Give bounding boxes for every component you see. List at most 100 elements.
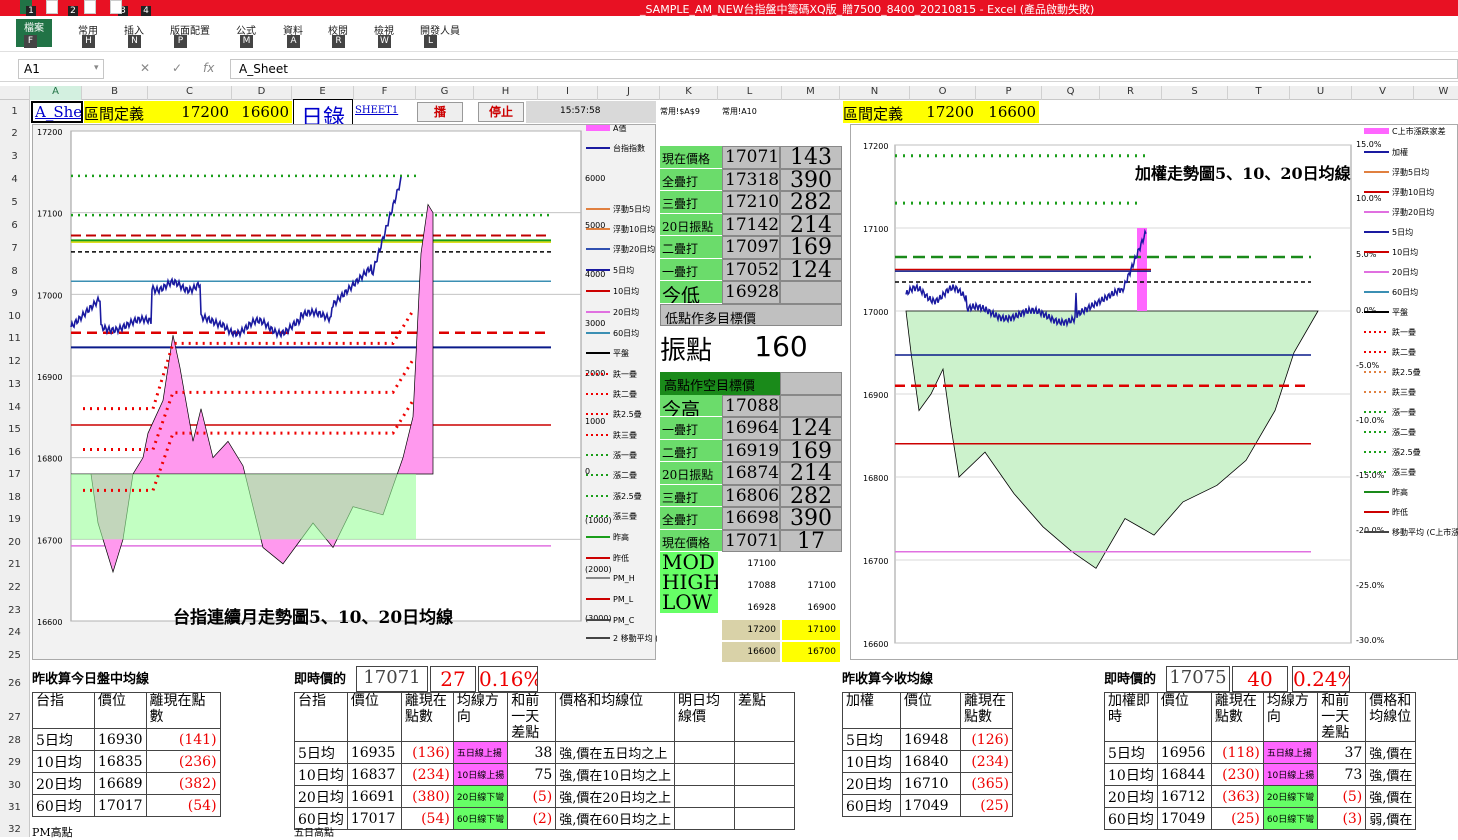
row-header-18[interactable]: 18: [0, 492, 29, 503]
row-header-4[interactable]: 4: [0, 174, 29, 185]
row-header-21[interactable]: 21: [0, 559, 29, 570]
row-header-26[interactable]: 26: [0, 678, 29, 689]
col-header-L[interactable]: L: [718, 86, 782, 100]
pct-tick-label: 15.0%: [1356, 140, 1382, 149]
weighted-chart[interactable]: 17200 17100 17000 16900 16800 16700 16600 15.0%…: [850, 124, 1458, 660]
chevron-down-icon[interactable]: ▾: [94, 63, 99, 73]
row-header-7[interactable]: 7: [0, 243, 29, 254]
enter-icon[interactable]: ✓: [172, 61, 182, 75]
legend-label: 昨高: [613, 532, 629, 542]
row-header-5[interactable]: 5: [0, 197, 29, 208]
top-row-value: 17318: [722, 168, 780, 191]
row-header-10[interactable]: 10: [0, 311, 29, 322]
table-cell: [733, 763, 795, 786]
daily-button[interactable]: 日錄: [293, 99, 353, 125]
taiex-chart[interactable]: 17200 17100 17000 16900 16800 16700 16600 6000 5…: [32, 123, 675, 660]
row-header-20[interactable]: 20: [0, 537, 29, 548]
row-header-22[interactable]: 22: [0, 582, 29, 593]
row-header-25[interactable]: 25: [0, 650, 29, 661]
row-header-11[interactable]: 11: [0, 333, 29, 344]
qat-key-1[interactable]: 1: [26, 6, 36, 16]
row-header-17[interactable]: 17: [0, 469, 29, 480]
col-header-R[interactable]: R: [1100, 86, 1162, 100]
col-header-A[interactable]: A: [30, 86, 82, 100]
row-header-32[interactable]: 32: [0, 824, 29, 835]
sheet-link[interactable]: A_Shee: [31, 101, 83, 123]
qat-key-4[interactable]: 4: [141, 6, 151, 16]
table-cell: 強,價在60日均之上: [555, 807, 675, 830]
legend-label: 浮動10日均: [1392, 187, 1434, 197]
row-header-30[interactable]: 30: [0, 780, 29, 791]
col-header-E[interactable]: E: [292, 86, 354, 100]
table-row: 20日均 16691 (380) 20日線下彎 (5) 強,價在20日均之上: [294, 785, 795, 808]
name-box[interactable]: A1: [18, 59, 104, 79]
table-header-cell: 價位: [1156, 692, 1212, 742]
col-header-U[interactable]: U: [1290, 86, 1352, 100]
ma-table-t2: 台指 價位 離現在點數 均線方向 和前一天差點 價格和均線位 明日均線價 差點 5日均 16935…: [294, 692, 795, 830]
legend-label: PM_H: [613, 574, 635, 583]
swing-label: 振點: [660, 336, 713, 364]
row-header-3[interactable]: 3: [0, 151, 29, 162]
select-all-corner[interactable]: [0, 86, 30, 100]
sheet1-link[interactable]: SHEET1: [355, 105, 407, 121]
col-header-I[interactable]: I: [538, 86, 598, 100]
row-header-27[interactable]: 27: [0, 712, 29, 723]
formula-input[interactable]: A_Sheet: [230, 59, 1458, 79]
col-header-D[interactable]: D: [232, 86, 292, 100]
table-cell: 17017: [94, 794, 147, 817]
col-header-G[interactable]: G: [416, 86, 474, 100]
table-cell: (136): [400, 741, 454, 764]
col-header-K[interactable]: K: [660, 86, 718, 100]
col-header-M[interactable]: M: [782, 86, 840, 100]
bottom-row-value: 17088: [722, 394, 780, 417]
stop-button[interactable]: 停止: [478, 102, 524, 122]
y2-tick-label: (3000): [585, 614, 612, 623]
col-header-O[interactable]: O: [910, 86, 976, 100]
row-header-6[interactable]: 6: [0, 220, 29, 231]
col-header-H[interactable]: H: [474, 86, 538, 100]
play-button[interactable]: 播: [417, 102, 463, 122]
row-header-1[interactable]: 1: [0, 106, 29, 117]
row-header-24[interactable]: 24: [0, 627, 29, 638]
insert-function-button[interactable]: fx: [203, 61, 214, 75]
table-cell: 20日均: [842, 772, 901, 795]
row-header-8[interactable]: 8: [0, 266, 29, 277]
table-cell: 20日線下彎: [452, 785, 509, 808]
row-header-16[interactable]: 16: [0, 447, 29, 458]
table-row: 10日均 16840 (234): [842, 750, 1013, 773]
col-header-P[interactable]: P: [976, 86, 1042, 100]
row-header-31[interactable]: 31: [0, 802, 29, 813]
col-header-J[interactable]: J: [598, 86, 660, 100]
col-header-V[interactable]: V: [1352, 86, 1414, 100]
save-icon[interactable]: [46, 0, 58, 14]
row-header-9[interactable]: 9: [0, 288, 29, 299]
mod-value: 16900: [807, 603, 836, 613]
col-header-N[interactable]: N: [840, 86, 910, 100]
row-header-12[interactable]: 12: [0, 356, 29, 367]
row-header-15[interactable]: 15: [0, 424, 29, 435]
row-header-2[interactable]: 2: [0, 128, 29, 139]
row-header-19[interactable]: 19: [0, 514, 29, 525]
row-header-14[interactable]: 14: [0, 402, 29, 413]
row-header-23[interactable]: 23: [0, 605, 29, 616]
row-header-28[interactable]: 28: [0, 735, 29, 746]
col-header-F[interactable]: F: [354, 86, 416, 100]
table-cell: (54): [145, 794, 221, 817]
ribbon-key-0: F: [24, 35, 37, 48]
table-row: 60日均 17049 (25) 60日線下彎 (3) 弱,價在: [1104, 807, 1417, 830]
legend-label: 加權: [1392, 147, 1408, 157]
col-header-B[interactable]: B: [82, 86, 148, 100]
col-header-W[interactable]: W: [1414, 86, 1458, 100]
col-header-Q[interactable]: Q: [1042, 86, 1100, 100]
col-header-T[interactable]: T: [1228, 86, 1290, 100]
cancel-icon[interactable]: ✕: [140, 61, 150, 75]
redo-icon[interactable]: [110, 0, 122, 14]
undo-icon[interactable]: [84, 0, 96, 14]
ribbon: 檔案 F 常用 H 插入 N 版面配置 P 公式 M 資料 A 校閱 R 檢視 W 開發人員 L: [0, 16, 1458, 52]
row-header-13[interactable]: 13: [0, 379, 29, 390]
col-header-S[interactable]: S: [1162, 86, 1228, 100]
row-header-29[interactable]: 29: [0, 757, 29, 768]
qat-key-2[interactable]: 2: [68, 6, 78, 16]
pct-tick-label: -5.0%: [1356, 361, 1380, 370]
col-header-C[interactable]: C: [148, 86, 232, 100]
